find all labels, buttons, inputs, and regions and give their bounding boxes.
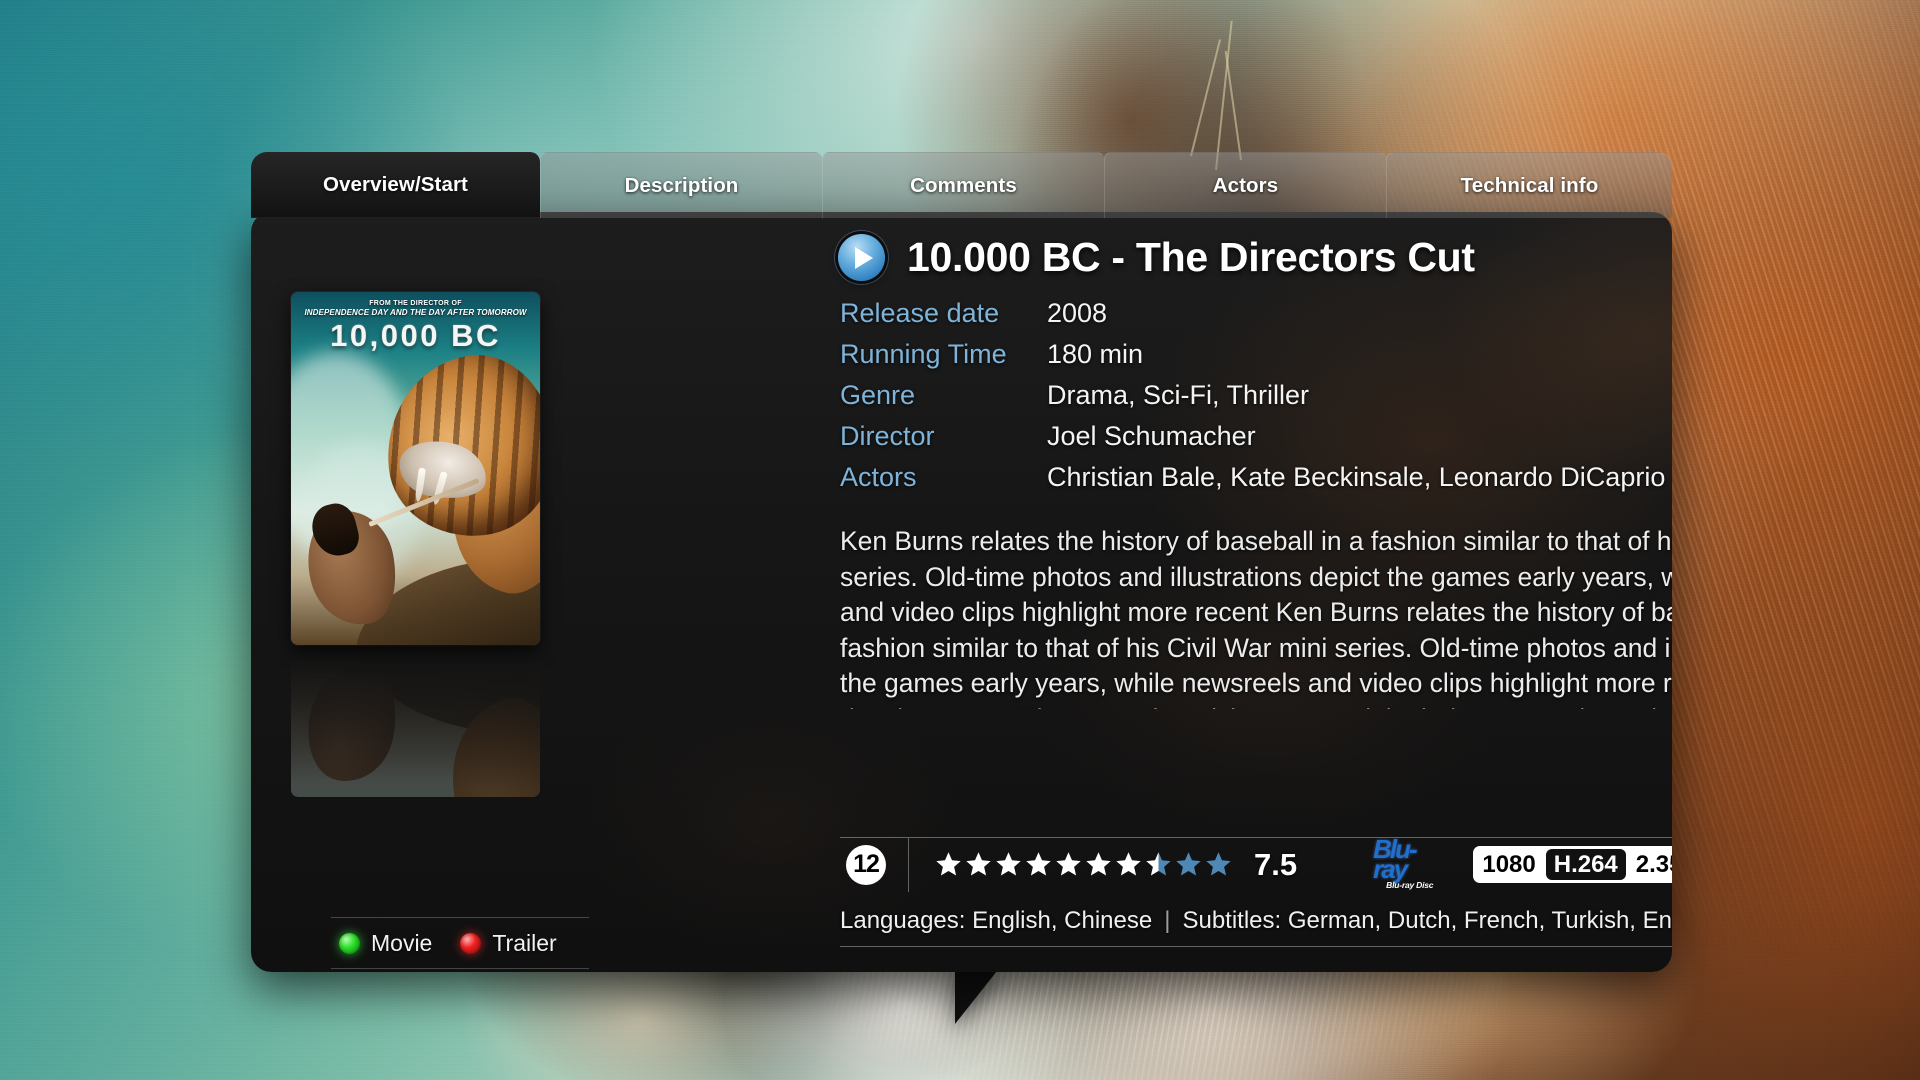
metadata-label: Running Time (840, 339, 1007, 369)
media-button-trailer[interactable]: Trailer (460, 930, 557, 957)
metadata-label: Actors (840, 462, 917, 492)
star-icon[interactable] (1205, 851, 1232, 878)
bluray-mark: Blu-ray (1373, 834, 1418, 884)
poster-title: 10,000 BC (330, 318, 501, 353)
tab-overview-start[interactable]: Overview/Start (251, 152, 540, 218)
star-icon[interactable] (1055, 851, 1082, 878)
metadata-row: Director Joel Schumacher (840, 421, 1665, 462)
poster-column: FROM THE DIRECTOR OF INDEPENDENCE DAY AN… (291, 292, 589, 969)
green-led-icon (339, 932, 360, 954)
metadata-label: Director (840, 421, 935, 451)
star-icon[interactable] (965, 851, 992, 878)
rating-cell[interactable]: 7.5 (908, 837, 1298, 892)
star-icon[interactable] (1145, 851, 1172, 878)
poster-credit: FROM THE DIRECTOR OF INDEPENDENCE DAY AN… (291, 299, 540, 319)
tab-label: Comments (910, 173, 1017, 197)
codec-label: H.264 (1545, 849, 1626, 880)
info-badges-bar: 12 7.5 Blu-ray Blu-ray Disc 1080 H.264 2… (840, 834, 1672, 892)
aspect-ratio-label: 2.35 (1635, 851, 1672, 878)
metadata-value: Joel Schumacher (1047, 421, 1256, 451)
metadata-row: Release date 2008 (840, 298, 1665, 339)
star-icon[interactable] (1115, 851, 1142, 878)
tab-technical-info[interactable]: Technical info (1386, 152, 1672, 218)
metadata-value: 180 min (1047, 339, 1144, 369)
bluray-label: Blu-ray Disc (1386, 880, 1434, 890)
tab-comments[interactable]: Comments (822, 152, 1104, 218)
movie-poster[interactable]: FROM THE DIRECTOR OF INDEPENDENCE DAY AN… (291, 292, 540, 645)
page-title: 10.000 BC - The Directors Cut (907, 234, 1475, 280)
details-column: 10.000 BC - The Directors Cut Release da… (548, 212, 1672, 972)
play-triangle (855, 246, 873, 269)
languages-separator: | (1164, 906, 1171, 934)
star-icon[interactable] (1175, 851, 1202, 878)
metadata-row: Genre Drama, Sci-Fi, Thriller (840, 380, 1665, 421)
bubble-tail (955, 966, 1001, 1024)
movie-description: Ken Burns relates the history of basebal… (840, 526, 1672, 709)
format-badges: Blu-ray Blu-ray Disc 1080 H.264 2.35 dts… (1373, 834, 1672, 890)
red-led-icon (460, 932, 482, 954)
play-icon[interactable] (838, 234, 885, 281)
poster-credit-line-1: FROM THE DIRECTOR OF (369, 300, 462, 307)
resolution-label: 1080 (1482, 851, 1536, 878)
tab-label: Technical info (1460, 173, 1599, 197)
media-button-movie[interactable]: Movie (339, 930, 432, 957)
tab-actors[interactable]: Actors (1104, 152, 1386, 218)
tab-label: Actors (1212, 173, 1279, 197)
metadata-row: Running Time 180 min (840, 339, 1665, 380)
tab-bar[interactable]: Overview/Start Description Comments Acto… (251, 152, 1672, 218)
poster-reflection-content (291, 647, 540, 797)
metadata-row: Actors Christian Bale, Kate Beckinsale, … (840, 462, 1665, 503)
bluray-disc-icon: Blu-ray Blu-ray Disc (1373, 834, 1446, 890)
metadata-label: Genre (840, 380, 916, 410)
star-icon[interactable] (935, 851, 962, 878)
subtitle-languages: Subtitles: German, Dutch, French, Turkis… (1182, 906, 1672, 934)
metadata-value: 2008 (1047, 298, 1108, 328)
video-format-badge: 1080 H.264 2.35 (1473, 846, 1672, 883)
audio-languages: Languages: English, Chinese (840, 906, 1153, 934)
movie-detail-panel: FROM THE DIRECTOR OF INDEPENDENCE DAY AN… (251, 212, 1672, 972)
languages-bar: Languages: English, Chinese | Subtitles:… (840, 895, 1672, 947)
tab-label: Description (624, 173, 739, 197)
rating-value: 7.5 (1254, 846, 1298, 882)
star-icon[interactable] (1025, 851, 1052, 878)
media-button-label: Movie (371, 929, 433, 956)
metadata-value: Christian Bale, Kate Beckinsale, Leonard… (1047, 462, 1666, 492)
tab-description[interactable]: Description (540, 152, 822, 218)
star-rating[interactable] (935, 851, 1232, 878)
title-row: 10.000 BC - The Directors Cut (838, 234, 1475, 281)
metadata-value: Drama, Sci-Fi, Thriller (1047, 380, 1310, 410)
metadata-table: Release date 2008 Running Time 180 min G… (840, 298, 1665, 503)
poster-reflection (291, 647, 540, 797)
star-icon[interactable] (995, 851, 1022, 878)
metadata-label: Release date (840, 298, 1000, 328)
age-rating-badge: 12 (846, 844, 886, 885)
star-icon[interactable] (1085, 851, 1112, 878)
tab-label: Overview/Start (323, 173, 468, 196)
